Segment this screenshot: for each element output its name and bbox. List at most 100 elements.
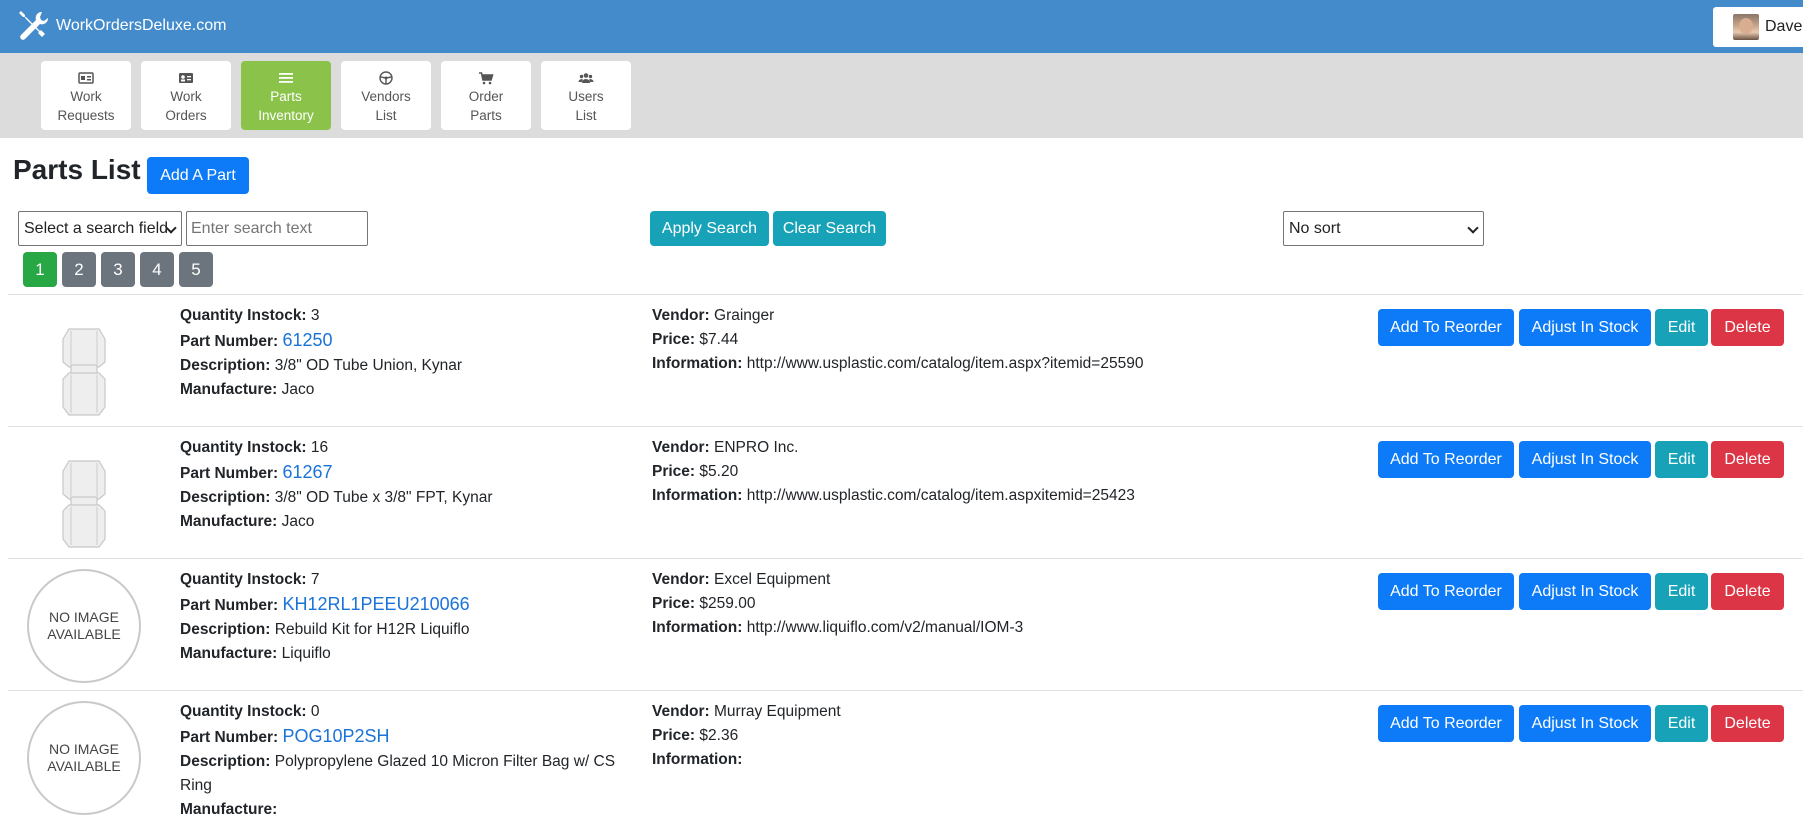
top-bar: WorkOrdersDeluxe.com Dave [0,0,1803,53]
part-row: Quantity Instock: 3 Part Number: 61250 D… [8,294,1803,426]
add-to-reorder-button[interactable]: Add To Reorder [1378,441,1514,478]
apply-search-button[interactable]: Apply Search [650,211,769,246]
edit-button[interactable]: Edit [1655,705,1708,742]
vendor-value: ENPRO Inc. [714,439,799,456]
part-details: Quantity Instock: 0 Part Number: POG10P2… [180,700,640,822]
nav-vendors-list[interactable]: Vendors List [341,61,431,130]
part-number-label: Part Number: [180,465,279,482]
edit-button[interactable]: Edit [1655,309,1708,346]
add-to-reorder-button[interactable]: Add To Reorder [1378,705,1514,742]
information-value: http://www.liquiflo.com/v2/manual/IOM-3 [746,619,1024,636]
nav-strip: Work Requests Work Orders Parts Inventor… [0,53,1803,138]
nav-label-line2: Orders [165,108,207,123]
adjust-in-stock-button[interactable]: Adjust In Stock [1519,573,1651,610]
part-row: NO IMAGE AVAILABLE Quantity Instock: 7 Pa… [8,558,1803,690]
quantity-label: Quantity Instock: [180,439,307,456]
adjust-in-stock-button[interactable]: Adjust In Stock [1519,309,1651,346]
information-label: Information: [652,751,743,768]
vendor-value: Grainger [714,307,775,324]
adjust-in-stock-button[interactable]: Adjust In Stock [1519,705,1651,742]
page-3-button[interactable]: 3 [101,252,135,287]
quantity-value: 3 [310,307,320,324]
quantity-label: Quantity Instock: [180,571,307,588]
steering-wheel-icon [379,71,393,85]
description-label: Description: [180,753,271,770]
nav-parts-inventory[interactable]: Parts Inventory [241,61,331,130]
vendor-details: Vendor: Grainger Price: $7.44 Informatio… [652,304,1212,376]
description-value: 3/8" OD Tube x 3/8" FPT, Kynar [274,489,493,506]
manufacture-label: Manufacture: [180,801,278,818]
nav-label-line1: Order [468,89,504,104]
part-image [62,328,106,416]
part-row: Quantity Instock: 16 Part Number: 61267 … [8,426,1803,558]
vendor-details: Vendor: Murray Equipment Price: $2.36 In… [652,700,1212,772]
search-input[interactable] [186,211,368,246]
vendor-label: Vendor: [652,439,710,456]
id-badge-icon [179,73,193,83]
no-image-line1: NO IMAGE [48,741,119,757]
nav-work-requests[interactable]: Work Requests [41,61,131,130]
user-menu[interactable]: Dave [1713,7,1803,47]
quantity-label: Quantity Instock: [180,703,307,720]
nav-label-line1: Users [568,89,604,104]
brand[interactable]: WorkOrdersDeluxe.com [16,8,226,44]
price-value: $2.36 [699,727,739,744]
vendor-details: Vendor: ENPRO Inc. Price: $5.20 Informat… [652,436,1212,508]
price-value: $5.20 [699,463,739,480]
part-details: Quantity Instock: 16 Part Number: 61267 … [180,436,640,534]
part-number-label: Part Number: [180,597,279,614]
list-icon [279,73,293,83]
nav-label-line2: Inventory [258,108,314,123]
add-to-reorder-button[interactable]: Add To Reorder [1378,309,1514,346]
page-2-button[interactable]: 2 [62,252,96,287]
tools-logo-icon [19,11,49,40]
information-value: http://www.usplastic.com/catalog/item.as… [746,487,1135,504]
description-label: Description: [180,489,271,506]
page-1-button[interactable]: 1 [23,252,57,287]
sort-select[interactable]: No sort [1283,211,1484,246]
clear-search-button[interactable]: Clear Search [773,211,886,246]
search-field-select[interactable]: Select a search field [18,211,182,246]
part-number-label: Part Number: [180,729,279,746]
page-4-button[interactable]: 4 [140,252,174,287]
manufacture-value: Jaco [281,513,315,530]
avatar [1733,14,1759,40]
information-label: Information: [652,355,743,372]
delete-button[interactable]: Delete [1711,573,1784,610]
information-value: http://www.usplastic.com/catalog/item.as… [746,355,1144,372]
manufacture-label: Manufacture: [180,381,278,398]
app-title: WorkOrdersDeluxe.com [56,17,227,34]
edit-button[interactable]: Edit [1655,573,1708,610]
nav-work-orders[interactable]: Work Orders [141,61,231,130]
add-to-reorder-button[interactable]: Add To Reorder [1378,573,1514,610]
nav-label-line1: Vendors [361,89,411,104]
manufacture-value: Jaco [281,381,315,398]
nav-label-line2: List [575,108,597,123]
description-label: Description: [180,621,271,638]
add-part-button[interactable]: Add A Part [147,157,249,194]
nav-users-list[interactable]: Users List [541,61,631,130]
price-value: $7.44 [699,331,739,348]
information-label: Information: [652,487,743,504]
part-number-link[interactable]: 61267 [283,462,333,482]
delete-button[interactable]: Delete [1711,441,1784,478]
description-value: 3/8" OD Tube Union, Kynar [274,357,463,374]
id-card-icon [78,72,94,84]
sort-value: No sort [1289,219,1341,237]
part-number-link[interactable]: POG10P2SH [283,726,390,746]
edit-button[interactable]: Edit [1655,441,1708,478]
page-5-button[interactable]: 5 [179,252,213,287]
delete-button[interactable]: Delete [1711,309,1784,346]
vendor-value: Murray Equipment [714,703,841,720]
part-details: Quantity Instock: 3 Part Number: 61250 D… [180,304,640,402]
nav-label-line2: List [375,108,397,123]
part-number-label: Part Number: [180,333,279,350]
delete-button[interactable]: Delete [1711,705,1784,742]
users-icon [578,73,594,83]
nav-order-parts[interactable]: Order Parts [441,61,531,130]
information-label: Information: [652,619,743,636]
adjust-in-stock-button[interactable]: Adjust In Stock [1519,441,1651,478]
part-number-link[interactable]: 61250 [283,330,333,350]
description-value: Rebuild Kit for H12R Liquiflo [274,621,470,638]
part-number-link[interactable]: KH12RL1PEEU210066 [283,594,470,614]
